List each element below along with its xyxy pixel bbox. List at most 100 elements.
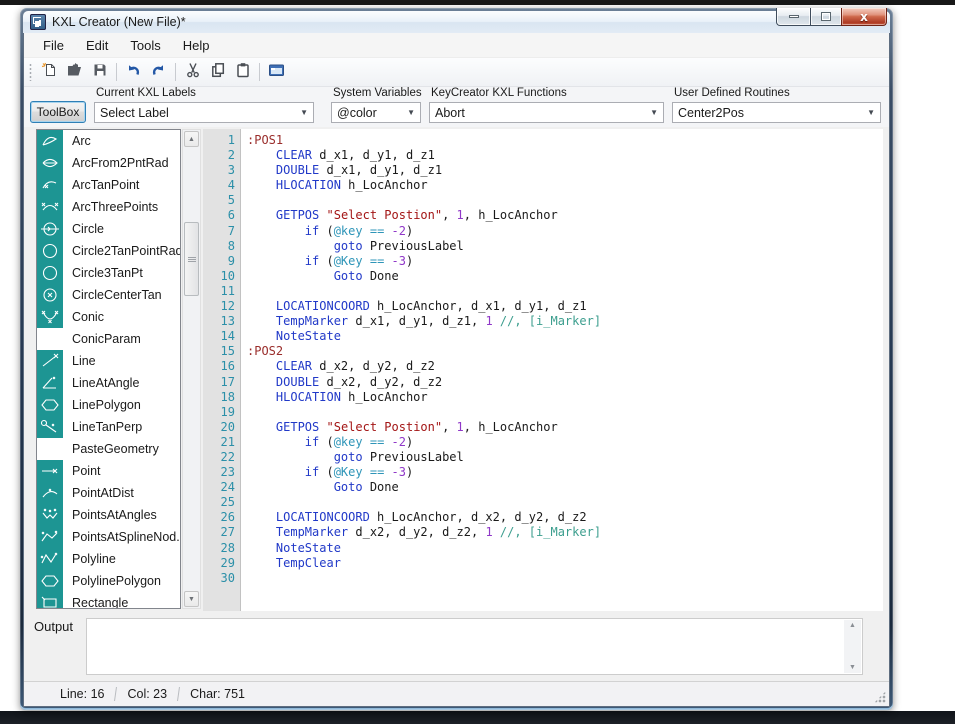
- code-line-20[interactable]: GETPOS "Select Postion", 1, h_LocAnchor: [247, 420, 883, 435]
- chevron-down-icon[interactable]: ▼: [867, 108, 875, 117]
- list-item-arc[interactable]: Arc: [37, 130, 180, 152]
- line-number: 25: [203, 495, 235, 510]
- undo-button[interactable]: [121, 60, 146, 84]
- scrollbar-thumb[interactable]: [184, 222, 199, 296]
- scroll-up-icon[interactable]: ▲: [184, 131, 199, 147]
- minimize-button[interactable]: [776, 8, 811, 26]
- new-file-button[interactable]: [37, 60, 62, 84]
- list-item-polylinepolygon[interactable]: PolylinePolygon: [37, 570, 180, 592]
- toolbar-grip[interactable]: [29, 63, 34, 81]
- output-scrollbar[interactable]: ▲ ▼: [844, 620, 861, 673]
- close-button[interactable]: x: [841, 8, 887, 26]
- cut-button[interactable]: [180, 60, 205, 84]
- list-item-linepolygon[interactable]: LinePolygon: [37, 394, 180, 416]
- code-line-4[interactable]: HLOCATION h_LocAnchor: [247, 178, 883, 193]
- code-token: d_x2, d_y2, d_z2: [312, 359, 435, 373]
- resize-grip-icon[interactable]: [874, 691, 886, 703]
- combo-current-kxl-labels[interactable]: Select Label▼: [94, 102, 314, 123]
- code-area[interactable]: :POS1 CLEAR d_x1, d_y1, d_z1 DOUBLE d_x1…: [241, 129, 883, 611]
- code-line-25[interactable]: [247, 495, 883, 510]
- code-token: d_x2, d_y2, d_z2,: [348, 525, 485, 539]
- list-item-linetanperp[interactable]: LineTanPerp: [37, 416, 180, 438]
- list-scrollbar[interactable]: ▲ ▼: [182, 129, 201, 609]
- code-line-8[interactable]: goto PreviousLabel: [247, 239, 883, 254]
- code-token: ): [406, 224, 413, 238]
- list-item-pastegeometry[interactable]: PasteGeometry: [37, 438, 180, 460]
- list-item-circlecentertan[interactable]: CircleCenterTan: [37, 284, 180, 306]
- maximize-button[interactable]: [811, 8, 841, 26]
- code-line-24[interactable]: Goto Done: [247, 480, 883, 495]
- chevron-down-icon[interactable]: ▼: [407, 108, 415, 117]
- list-item-line[interactable]: Line: [37, 350, 180, 372]
- list-item-circle[interactable]: Circle: [37, 218, 180, 240]
- code-line-17[interactable]: DOUBLE d_x2, d_y2, d_z2: [247, 375, 883, 390]
- open-file-button[interactable]: [62, 60, 87, 84]
- code-line-28[interactable]: NoteState: [247, 541, 883, 556]
- output-textarea[interactable]: ▲ ▼: [86, 618, 863, 675]
- list-item-arctanpoint[interactable]: ArcTanPoint: [37, 174, 180, 196]
- list-item-point[interactable]: Point: [37, 460, 180, 482]
- code-line-14[interactable]: NoteState: [247, 329, 883, 344]
- code-line-10[interactable]: Goto Done: [247, 269, 883, 284]
- list-item-arcfrom2pntrad[interactable]: ArcFrom2PntRad: [37, 152, 180, 174]
- code-token: -2: [392, 224, 406, 238]
- code-editor[interactable]: 1234567891011121314151617181920212223242…: [203, 129, 883, 611]
- list-item-circle2tanpointrad[interactable]: Circle2TanPointRad: [37, 240, 180, 262]
- copy-button[interactable]: [205, 60, 230, 84]
- scroll-down-icon[interactable]: ▼: [849, 664, 856, 671]
- code-line-13[interactable]: TempMarker d_x1, d_y1, d_z1, 1 //, [i_Ma…: [247, 314, 883, 329]
- code-line-2[interactable]: CLEAR d_x1, d_y1, d_z1: [247, 148, 883, 163]
- scroll-down-icon[interactable]: ▼: [184, 591, 199, 607]
- menu-item-file[interactable]: File: [32, 35, 75, 56]
- combo-keycreator-kxl-functions[interactable]: Abort▼: [429, 102, 664, 123]
- code-token: [247, 525, 276, 539]
- code-line-26[interactable]: LOCATIONCOORD h_LocAnchor, d_x2, d_y2, d…: [247, 510, 883, 525]
- code-token: [247, 435, 305, 449]
- list-item-circle3tanpt[interactable]: Circle3TanPt: [37, 262, 180, 284]
- list-item-rectangle[interactable]: Rectangle: [37, 592, 180, 609]
- list-item-conicparam[interactable]: ConicParam: [37, 328, 180, 350]
- code-line-6[interactable]: GETPOS "Select Postion", 1, h_LocAnchor: [247, 208, 883, 223]
- title-bar[interactable]: KXL Creator (New File)*: [23, 11, 890, 33]
- list-item-arcthreepoints[interactable]: ArcThreePoints: [37, 196, 180, 218]
- combo-user-defined-routines[interactable]: Center2Pos▼: [672, 102, 881, 123]
- code-line-22[interactable]: goto PreviousLabel: [247, 450, 883, 465]
- code-line-27[interactable]: TempMarker d_x2, d_y2, d_z2, 1 //, [i_Ma…: [247, 525, 883, 540]
- code-line-18[interactable]: HLOCATION h_LocAnchor: [247, 390, 883, 405]
- redo-button[interactable]: [146, 60, 171, 84]
- code-line-5[interactable]: [247, 193, 883, 208]
- chevron-down-icon[interactable]: ▼: [650, 108, 658, 117]
- code-line-15[interactable]: :POS2: [247, 344, 883, 359]
- code-token: [247, 269, 334, 283]
- list-item-lineatangle[interactable]: LineAtAngle: [37, 372, 180, 394]
- code-token: [319, 208, 326, 222]
- code-line-30[interactable]: [247, 571, 883, 586]
- scroll-up-icon[interactable]: ▲: [849, 622, 856, 629]
- code-line-12[interactable]: LOCATIONCOORD h_LocAnchor, d_x1, d_y1, d…: [247, 299, 883, 314]
- list-item-pointatdist[interactable]: PointAtDist: [37, 482, 180, 504]
- code-line-23[interactable]: if (@Key == -3): [247, 465, 883, 480]
- console-button[interactable]: [264, 60, 289, 84]
- menu-item-help[interactable]: Help: [172, 35, 221, 56]
- code-token: if: [305, 254, 319, 268]
- code-line-19[interactable]: [247, 405, 883, 420]
- list-item-pointsatangles[interactable]: PointsAtAngles: [37, 504, 180, 526]
- code-line-16[interactable]: CLEAR d_x2, d_y2, d_z2: [247, 359, 883, 374]
- code-line-21[interactable]: if (@key == -2): [247, 435, 883, 450]
- list-item-pointsatsplinenod-[interactable]: PointsAtSplineNod...: [37, 526, 180, 548]
- code-line-7[interactable]: if (@key == -2): [247, 224, 883, 239]
- menu-item-edit[interactable]: Edit: [75, 35, 119, 56]
- paste-button[interactable]: [230, 60, 255, 84]
- code-line-9[interactable]: if (@Key == -3): [247, 254, 883, 269]
- combo-system-variables[interactable]: @color▼: [331, 102, 421, 123]
- list-item-polyline[interactable]: Polyline: [37, 548, 180, 570]
- code-line-3[interactable]: DOUBLE d_x1, d_y1, d_z1: [247, 163, 883, 178]
- list-item-conic[interactable]: Conic: [37, 306, 180, 328]
- menu-item-tools[interactable]: Tools: [119, 35, 171, 56]
- code-line-29[interactable]: TempClear: [247, 556, 883, 571]
- toolbox-button[interactable]: ToolBox: [30, 101, 86, 123]
- save-file-button[interactable]: [87, 60, 112, 84]
- code-line-11[interactable]: [247, 284, 883, 299]
- code-line-1[interactable]: :POS1: [247, 133, 883, 148]
- chevron-down-icon[interactable]: ▼: [300, 108, 308, 117]
